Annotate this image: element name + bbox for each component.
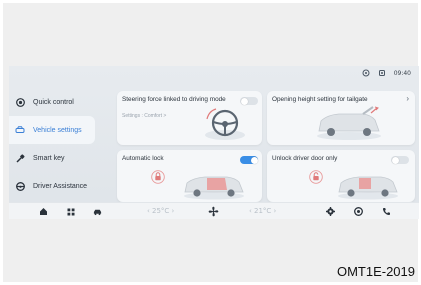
sidebar-item-label: Vehicle settings (33, 126, 82, 134)
figure-code: OMT1E-2019 (336, 264, 415, 279)
key-icon (15, 153, 25, 163)
infotainment-screen: 09:40 Quick control Vehicle settings Sma… (9, 66, 419, 219)
passenger-temperature-control[interactable]: ‹ 21°C › (249, 207, 276, 215)
apps-grid-icon[interactable] (66, 207, 75, 216)
driver-temperature-control[interactable]: ‹ 25°C › (147, 207, 174, 215)
car-lock-illustration (181, 170, 247, 205)
card-steering-force[interactable]: Steering force linked to driving mode Se… (117, 91, 262, 145)
connection-icon (378, 69, 386, 77)
chevron-right-icon: › (406, 94, 409, 103)
media-icon[interactable] (354, 207, 363, 216)
signal-icon (362, 69, 370, 77)
sidebar-item-driver-assistance[interactable]: Driver Assistance (9, 172, 95, 200)
bottom-dock: ‹ 25°C › ‹ 21°C › (9, 202, 419, 219)
steering-wheel-illustration (201, 107, 249, 146)
home-icon[interactable] (39, 207, 48, 216)
card-unlock-driver-door[interactable]: Unlock driver door only (267, 150, 415, 202)
sidebar-item-label: Quick control (33, 98, 74, 106)
clock: 09:40 (393, 69, 411, 77)
automatic-lock-toggle[interactable] (240, 156, 258, 164)
quick-control-icon (15, 97, 25, 107)
card-title: Opening height setting for tailgate (272, 96, 368, 103)
gear-icon[interactable] (326, 207, 335, 216)
steering-wheel-icon (15, 181, 25, 191)
car-icon (15, 125, 25, 135)
sidebar-item-label: Smart key (33, 154, 65, 162)
sidebar-item-vehicle-settings[interactable]: Vehicle settings (9, 116, 95, 144)
card-title: Unlock driver door only (272, 155, 338, 162)
card-title: Steering force linked to driving mode (122, 96, 226, 103)
sidebar-item-smart-key[interactable]: Smart key (9, 144, 95, 172)
car-tailgate-illustration (313, 105, 385, 146)
steering-force-toggle[interactable] (240, 97, 258, 105)
sidebar-item-quick-control[interactable]: Quick control (9, 88, 95, 116)
card-tailgate-height[interactable]: Opening height setting for tailgate › (267, 91, 415, 145)
unlock-icon (309, 170, 323, 189)
unlock-driver-door-toggle[interactable] (391, 156, 409, 164)
car-door-illustration (335, 170, 401, 205)
fan-icon[interactable] (208, 206, 219, 217)
sidebar: Quick control Vehicle settings Smart key… (9, 88, 95, 200)
card-automatic-lock[interactable]: Automatic lock (117, 150, 262, 202)
car-icon[interactable] (93, 207, 102, 216)
lock-icon (151, 170, 165, 189)
steering-mode-setting-link[interactable]: Settings : Comfort > (122, 113, 166, 119)
sidebar-item-label: Driver Assistance (33, 182, 88, 190)
status-bar: 09:40 (362, 69, 411, 77)
phone-icon[interactable] (382, 207, 391, 216)
card-title: Automatic lock (122, 155, 164, 162)
